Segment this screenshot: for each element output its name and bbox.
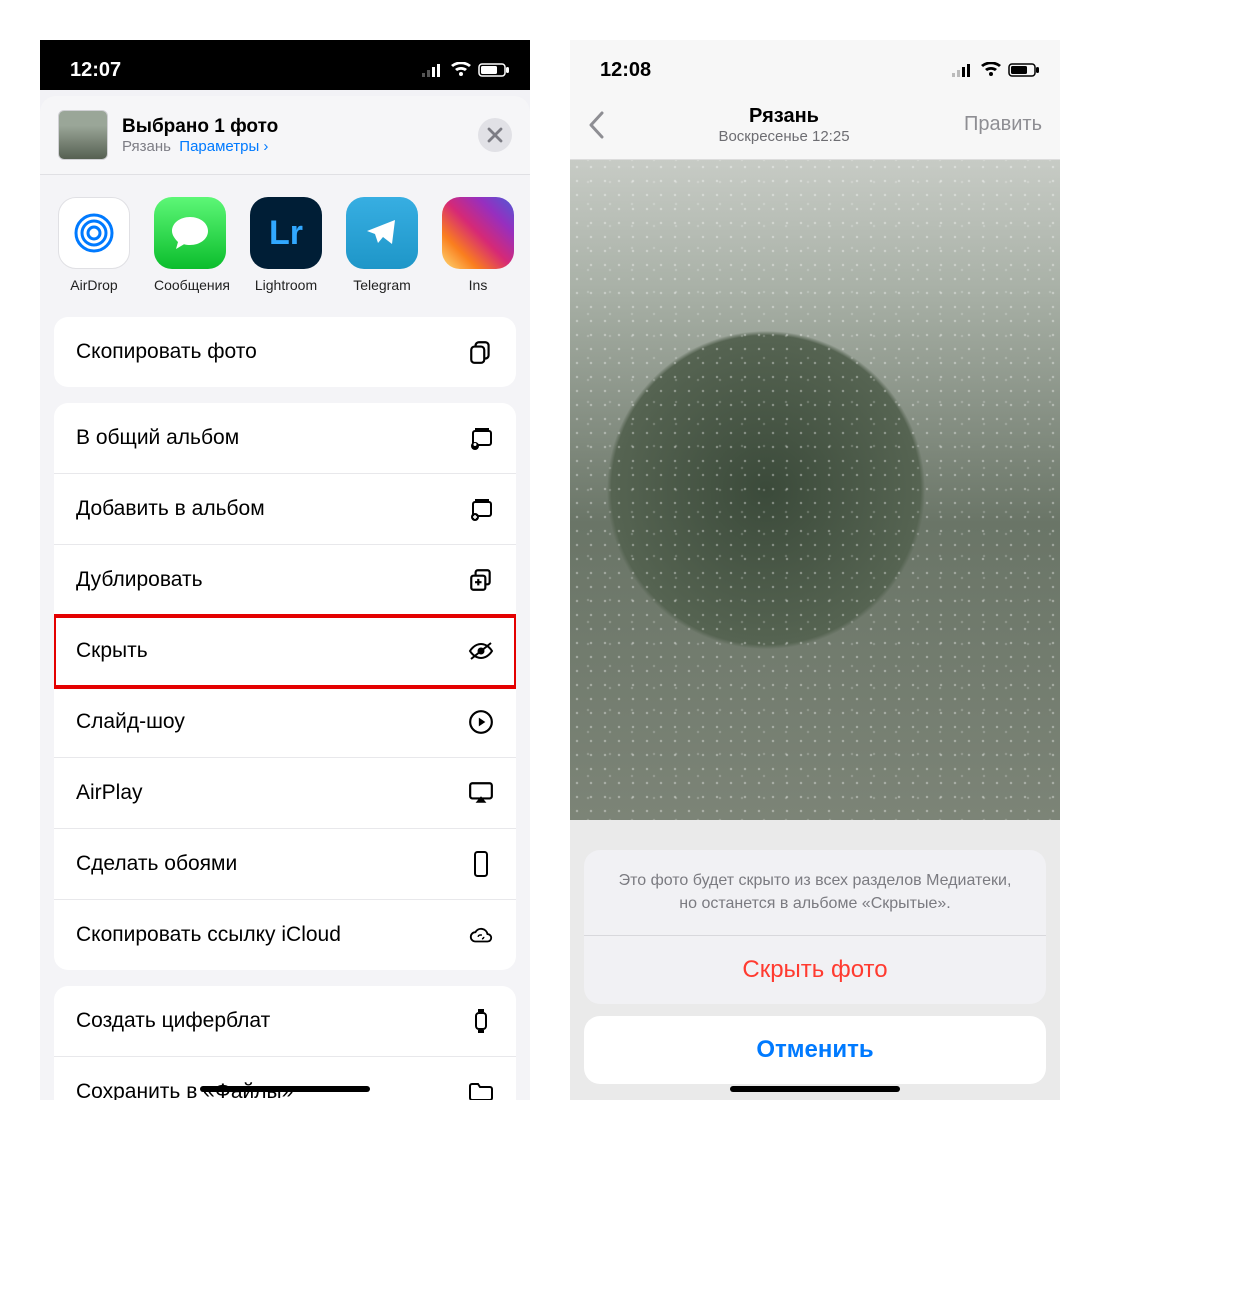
add-album-icon: [468, 496, 494, 522]
cancel-button[interactable]: Отменить: [584, 1016, 1046, 1084]
sheet-title: Выбрано 1 фото: [122, 116, 464, 138]
share-sheet-screen: 12:07 Выбрано 1 фото Рязань Параметры ›: [40, 40, 530, 1100]
app-messages[interactable]: Сообщения: [154, 197, 226, 293]
shared-album-icon: [468, 425, 494, 451]
action-slideshow[interactable]: Слайд-шоу: [54, 687, 516, 758]
watch-icon: [468, 1008, 494, 1034]
airplay-icon: [468, 780, 494, 806]
copy-icon: [468, 339, 494, 365]
close-button[interactable]: [478, 118, 512, 152]
share-sheet: Выбрано 1 фото Рязань Параметры › AirDro…: [40, 96, 530, 1100]
action-wallpaper[interactable]: Сделать обоями: [54, 829, 516, 900]
status-icons: [422, 62, 510, 78]
battery-icon: [1008, 63, 1040, 77]
action-copy-photo[interactable]: Скопировать фото: [54, 317, 516, 387]
status-time: 12:07: [70, 59, 121, 82]
nav-bar: Рязань Воскресенье 12:25 Править: [570, 90, 1060, 160]
battery-icon: [478, 63, 510, 77]
status-time: 12:08: [600, 59, 651, 82]
action-group: В общий альбом Добавить в альбом Дублиро…: [54, 403, 516, 970]
app-airdrop[interactable]: AirDrop: [58, 197, 130, 293]
action-list: Скопировать фото В общий альбом Добавить…: [40, 317, 530, 1100]
home-indicator[interactable]: [730, 1086, 900, 1092]
action-watchface[interactable]: Создать циферблат: [54, 986, 516, 1057]
action-save-files[interactable]: Сохранить в «Файлы»: [54, 1057, 516, 1100]
sheet-location: Рязань: [122, 138, 171, 155]
status-bar: 12:07: [40, 40, 530, 90]
messages-icon: [168, 211, 212, 255]
cellular-icon: [952, 63, 974, 77]
status-icons: [952, 62, 1040, 78]
chevron-left-icon: [588, 111, 604, 139]
close-icon: [487, 127, 503, 143]
action-group: Создать циферблат Сохранить в «Файлы»: [54, 986, 516, 1100]
hide-icon: [468, 638, 494, 664]
app-lightroom[interactable]: Lr Lightroom: [250, 197, 322, 293]
folder-icon: [468, 1079, 494, 1100]
cloud-link-icon: [468, 922, 494, 948]
options-link[interactable]: Параметры ›: [179, 138, 268, 155]
photo-view[interactable]: [570, 160, 1060, 820]
photo-detail-screen: 12:08 Рязань Воскресенье 12:25 Править Э…: [570, 40, 1060, 1100]
action-icloud-link[interactable]: Скопировать ссылку iCloud: [54, 900, 516, 970]
sheet-header: Выбрано 1 фото Рязань Параметры ›: [40, 96, 530, 175]
nav-title-block: Рязань Воскресенье 12:25: [718, 105, 849, 145]
app-instagram[interactable]: Ins: [442, 197, 514, 293]
action-duplicate[interactable]: Дублировать: [54, 545, 516, 616]
status-bar: 12:08: [570, 40, 1060, 90]
wifi-icon: [450, 62, 472, 78]
telegram-icon: [362, 213, 402, 253]
share-apps-row[interactable]: AirDrop Сообщения Lr Lightroom: [40, 175, 530, 317]
edit-button[interactable]: Править: [964, 113, 1042, 136]
phone-icon: [468, 851, 494, 877]
home-indicator[interactable]: [200, 1086, 370, 1092]
action-sheet-message: Это фото будет скрыто из всех разделов М…: [584, 850, 1046, 935]
airdrop-icon: [70, 209, 118, 257]
action-sheet: Это фото будет скрыто из всех разделов М…: [584, 850, 1046, 1084]
duplicate-icon: [468, 567, 494, 593]
cellular-icon: [422, 63, 444, 77]
selection-thumbnail: [58, 110, 108, 160]
lightroom-icon: Lr: [269, 214, 303, 253]
hide-photo-button[interactable]: Скрыть фото: [584, 935, 1046, 1004]
action-group: Скопировать фото: [54, 317, 516, 387]
action-add-album[interactable]: Добавить в альбом: [54, 474, 516, 545]
action-shared-album[interactable]: В общий альбом: [54, 403, 516, 474]
app-telegram[interactable]: Telegram: [346, 197, 418, 293]
action-airplay[interactable]: AirPlay: [54, 758, 516, 829]
wifi-icon: [980, 62, 1002, 78]
action-hide[interactable]: Скрыть: [54, 616, 516, 687]
play-icon: [468, 709, 494, 735]
back-button[interactable]: [588, 111, 604, 139]
